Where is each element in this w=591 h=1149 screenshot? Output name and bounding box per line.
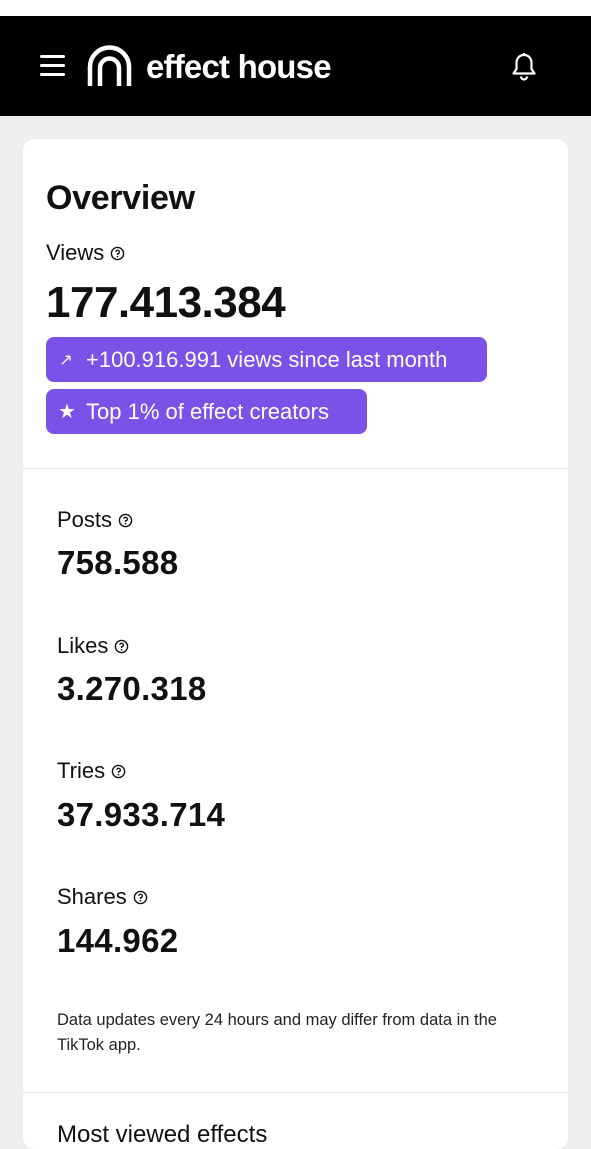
help-circle-icon[interactable] xyxy=(133,890,148,905)
star-icon: ★ xyxy=(58,401,76,423)
rank-badge-text: Top 1% of effect creators xyxy=(86,398,329,424)
help-circle-icon[interactable] xyxy=(118,513,133,528)
status-strip xyxy=(0,0,591,16)
app-header: effect house xyxy=(0,16,591,116)
most-viewed-title: Most viewed effects xyxy=(57,1121,268,1148)
section-divider xyxy=(23,468,568,469)
data-disclaimer: Data updates every 24 hours and may diff… xyxy=(57,1011,497,1054)
hamburger-menu-icon xyxy=(40,55,65,58)
brand-name[interactable]: effect house xyxy=(146,48,332,86)
help-circle-icon[interactable] xyxy=(111,764,126,779)
shares-label: Shares xyxy=(57,884,148,910)
trend-up-arrow-icon: ↗ xyxy=(59,351,73,369)
posts-label: Posts xyxy=(57,507,133,533)
page-title: Overview xyxy=(46,179,195,217)
bell-icon[interactable] xyxy=(510,52,538,82)
growth-badge: ↗ +100.916.991 views since last month xyxy=(46,337,487,382)
views-label: Views xyxy=(46,240,125,266)
help-circle-icon[interactable] xyxy=(114,639,129,654)
shares-value: 144.962 xyxy=(57,922,179,959)
help-circle-icon[interactable] xyxy=(110,246,125,261)
tries-label: Tries xyxy=(57,758,126,784)
section-divider xyxy=(23,1092,568,1093)
views-value: 177.413.384 xyxy=(46,278,286,327)
posts-value: 758.588 xyxy=(57,544,179,581)
growth-badge-text: +100.916.991 views since last month xyxy=(86,346,448,372)
rank-badge: ★ Top 1% of effect creators xyxy=(46,389,367,434)
overview-card: Overview Views 177.413.384 ↗ +100.916.99… xyxy=(23,139,568,1149)
likes-value: 3.270.318 xyxy=(57,670,207,707)
menu-button[interactable] xyxy=(40,55,66,77)
likes-label: Likes xyxy=(57,633,129,659)
tries-value: 37.933.714 xyxy=(57,796,226,833)
effect-house-logo-icon xyxy=(87,45,132,86)
